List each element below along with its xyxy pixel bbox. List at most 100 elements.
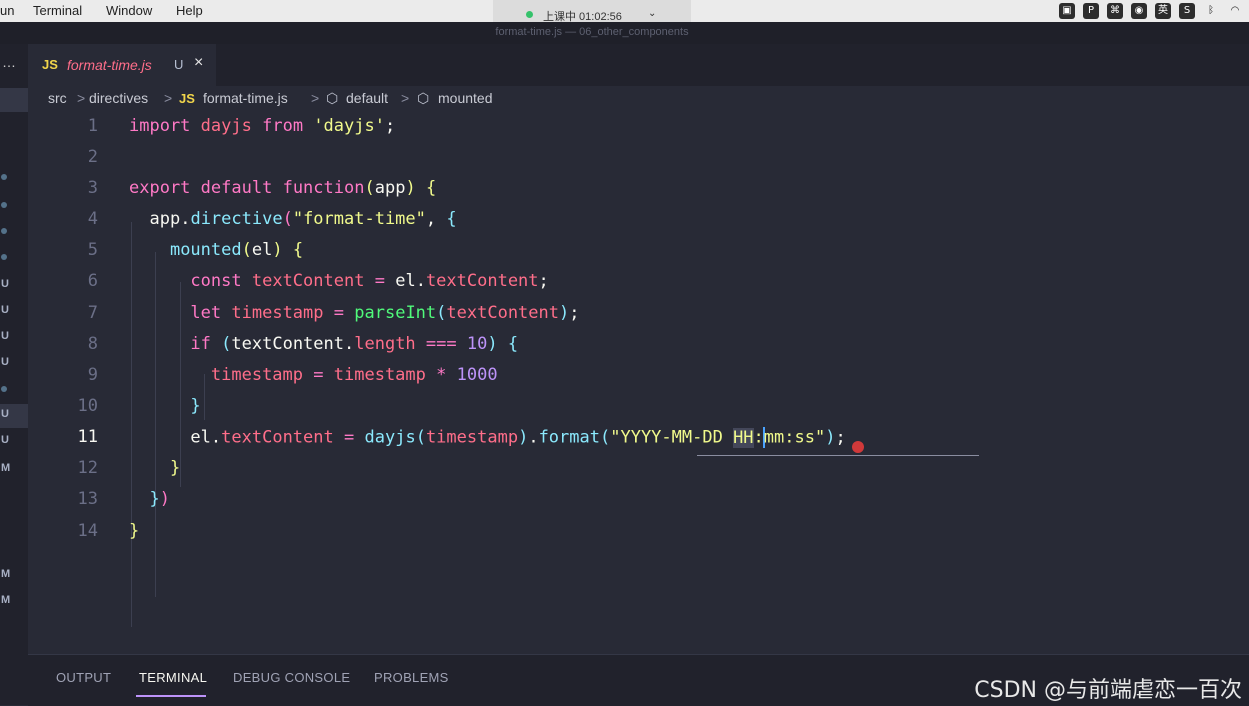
token: === (425, 334, 457, 354)
breadcrumb-separator: > (401, 90, 410, 106)
line-number: 10 (77, 396, 98, 416)
tab-debug-console[interactable]: DEBUG CONSOLE (233, 670, 350, 685)
code-line: 1 import dayjs from 'dayjs'; (28, 116, 1249, 147)
token: } (169, 458, 181, 478)
line-number: 12 (77, 458, 98, 478)
ime-icon[interactable]: 英 (1155, 3, 1171, 19)
token: { (425, 178, 437, 198)
token: 10 (466, 334, 488, 354)
bluetooth-icon[interactable]: ᛒ (1203, 3, 1219, 19)
token: . (180, 209, 191, 229)
rec-icon[interactable]: ◉ (1131, 3, 1147, 19)
tab-filename: format-time.js (67, 57, 152, 73)
menu-window[interactable]: Window (106, 3, 152, 18)
token: ( (415, 427, 426, 448)
tab-terminal[interactable]: TERMINAL (139, 670, 207, 685)
code-line: 4 app.directive("format-time", { (28, 209, 1249, 240)
code-text: } (129, 396, 201, 416)
token: } (149, 489, 160, 509)
code-editor[interactable]: 1 import dayjs from 'dayjs'; 2 3 export … (28, 112, 1249, 652)
token: parseInt (354, 303, 437, 323)
git-status-mark: U (1, 408, 9, 420)
code-line: 9 timestamp = timestamp * 1000 (28, 365, 1249, 396)
token: length (354, 334, 416, 354)
cube-icon: ⬡ (326, 90, 339, 106)
line-number: 11 (77, 427, 98, 447)
s-icon[interactable]: S (1179, 3, 1195, 19)
breadcrumb-mounted[interactable]: mounted (438, 90, 492, 106)
token: ) (405, 178, 416, 198)
line-number: 2 (87, 147, 98, 167)
code-line-active: 11 el.textContent = dayjs(timestamp).for… (28, 427, 1249, 458)
token: app (374, 178, 406, 198)
token: ( (599, 427, 611, 448)
line-number: 1 (87, 116, 98, 136)
p-icon[interactable]: P (1083, 3, 1099, 19)
token: { (446, 209, 457, 229)
wifi-icon[interactable]: ◠ (1227, 3, 1243, 19)
code-text: export default function(app) { (129, 178, 436, 198)
code-text: import dayjs from 'dayjs'; (129, 116, 395, 136)
git-status-mark: U (1, 330, 9, 342)
token: directive (190, 209, 283, 229)
token: if (190, 334, 211, 354)
token: timestamp (210, 365, 304, 385)
laser-pointer-dot (852, 441, 864, 453)
folder-bullet-icon (1, 202, 7, 208)
folder-bullet-icon (1, 228, 7, 234)
token: { (292, 240, 304, 260)
code-text: } (129, 458, 180, 478)
token: const (190, 271, 242, 291)
menu-app[interactable]: un (0, 3, 14, 18)
line-number: 14 (77, 521, 98, 541)
token: ( (221, 334, 232, 354)
code-line: 14 } (28, 521, 1249, 552)
token: . (344, 334, 355, 354)
camera-icon[interactable]: ▣ (1059, 3, 1075, 19)
tab-output[interactable]: OUTPUT (56, 670, 111, 685)
window-titlebar: format-time.js — 06_other_components (0, 22, 1249, 44)
code-line: 5 mounted(el) { (28, 240, 1249, 271)
tab-format-time[interactable]: JS format-time.js U × (28, 44, 216, 86)
close-icon[interactable]: × (194, 54, 203, 72)
token: el (395, 271, 416, 291)
code-text: el.textContent = dayjs(timestamp).format… (129, 427, 846, 448)
token: ) (825, 427, 836, 448)
code-line: 12 } (28, 458, 1249, 489)
token: el (251, 240, 273, 260)
line-number: 13 (77, 489, 98, 509)
menu-terminal[interactable]: Terminal (33, 3, 82, 18)
token: let (190, 303, 222, 323)
token: ) (518, 427, 529, 448)
grid-icon[interactable]: ⌘ (1107, 3, 1123, 19)
tab-problems[interactable]: PROBLEMS (374, 670, 449, 685)
breadcrumb-separator: > (311, 90, 320, 106)
token: { (507, 334, 519, 354)
token: } (190, 396, 201, 416)
code-line: 8 if (textContent.length === 10) { (28, 334, 1249, 365)
token: 1000 (456, 365, 498, 385)
code-line: 10 } (28, 396, 1249, 427)
git-status-mark: M (1, 594, 11, 606)
token: export (129, 178, 191, 198)
line-number: 3 (87, 178, 98, 198)
token: ( (282, 209, 293, 229)
code-line: 3 export default function(app) { (28, 178, 1249, 209)
token: ; (384, 116, 396, 136)
menu-help[interactable]: Help (176, 3, 203, 18)
breadcrumb-src[interactable]: src (48, 90, 67, 106)
code-line: 7 let timestamp = parseInt(textContent); (28, 303, 1249, 334)
breadcrumb-directives[interactable]: directives (89, 90, 148, 106)
more-actions-icon[interactable]: … (2, 54, 17, 70)
token: } (129, 521, 140, 541)
chevron-down-icon: ⌄ (648, 8, 657, 19)
token: "format-time" (292, 209, 426, 229)
sidebar-active-row[interactable] (0, 88, 28, 112)
match-underline (697, 455, 979, 456)
breadcrumb-default[interactable]: default (346, 90, 388, 106)
code-text: let timestamp = parseInt(textContent); (129, 303, 579, 323)
watermark: CSDN @与前端虐恋一百次 (974, 678, 1242, 703)
token: timestamp (231, 303, 324, 323)
code-line: 2 (28, 147, 1249, 178)
breadcrumb-file[interactable]: format-time.js (203, 90, 288, 106)
